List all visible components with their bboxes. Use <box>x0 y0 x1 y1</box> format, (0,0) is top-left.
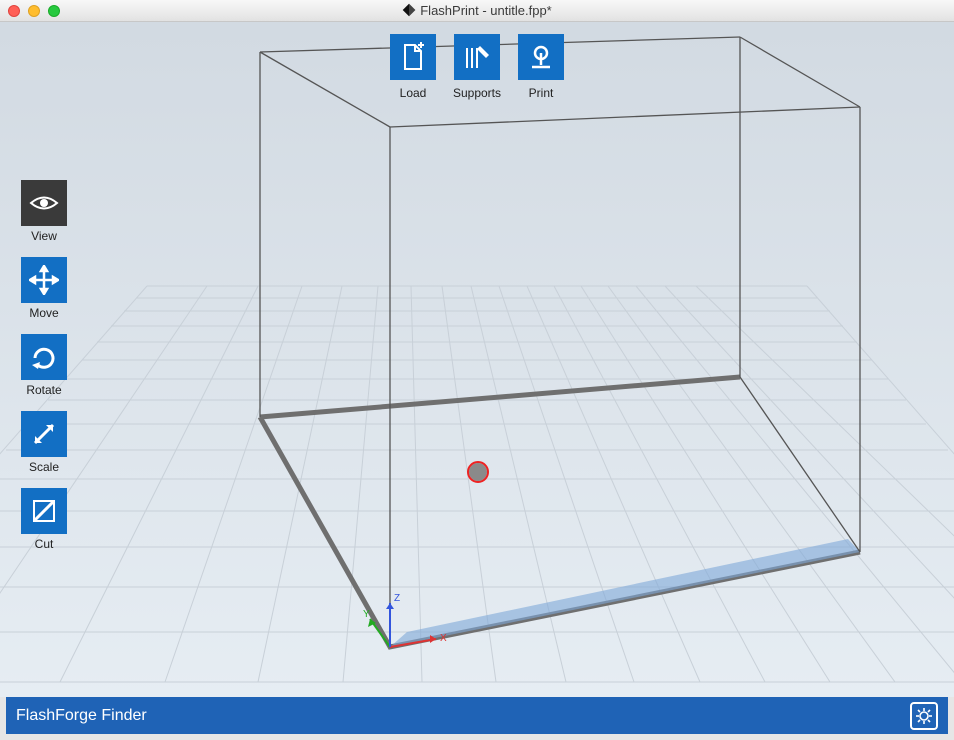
printer-settings-button[interactable] <box>910 702 938 730</box>
window-title: FlashPrint - untitle.fpp* <box>0 3 954 18</box>
window-controls <box>0 5 60 17</box>
cut-button[interactable]: Cut <box>18 488 70 551</box>
printer-name: FlashForge Finder <box>16 707 147 725</box>
rotate-label: Rotate <box>26 383 61 397</box>
cut-icon <box>29 496 59 526</box>
rotate-button[interactable]: Rotate <box>18 334 70 397</box>
file-plus-icon <box>398 42 428 72</box>
rotate-icon <box>29 342 59 372</box>
axis-y-label: Y <box>363 609 370 620</box>
load-label: Load <box>400 86 427 100</box>
maximize-button[interactable] <box>48 5 60 17</box>
scale-label: Scale <box>29 460 59 474</box>
supports-icon <box>462 42 492 72</box>
viewport-3d[interactable]: X Y Z Load <box>0 22 954 697</box>
print-button[interactable]: Print <box>518 34 564 100</box>
supports-button[interactable]: Supports <box>454 34 500 100</box>
supports-label: Supports <box>453 86 501 100</box>
titlebar: FlashPrint - untitle.fpp* <box>0 0 954 22</box>
app-logo-icon <box>402 3 416 17</box>
build-plate-edge <box>390 539 860 647</box>
print-label: Print <box>529 86 554 100</box>
move-label: Move <box>29 306 58 320</box>
load-button[interactable]: Load <box>390 34 436 100</box>
move-button[interactable]: Move <box>18 257 70 320</box>
scene-render: X Y Z <box>0 22 954 697</box>
printer-config-icon <box>916 708 932 724</box>
axis-x-label: X <box>440 633 447 644</box>
minimize-button[interactable] <box>28 5 40 17</box>
toolbar-left: View Move Rotate <box>18 180 70 561</box>
print-icon <box>526 42 556 72</box>
view-label: View <box>31 229 57 243</box>
view-button[interactable]: View <box>18 180 70 243</box>
eye-icon <box>28 187 60 219</box>
model-object[interactable] <box>468 462 488 482</box>
axis-z-label: Z <box>394 593 400 604</box>
cut-label: Cut <box>35 537 54 551</box>
close-button[interactable] <box>8 5 20 17</box>
scale-icon <box>29 419 59 449</box>
window-title-text: FlashPrint - untitle.fpp* <box>420 3 552 18</box>
statusbar: FlashForge Finder <box>6 697 948 734</box>
toolbar-top: Load Supports <box>390 34 564 100</box>
scale-button[interactable]: Scale <box>18 411 70 474</box>
move-icon <box>29 265 59 295</box>
